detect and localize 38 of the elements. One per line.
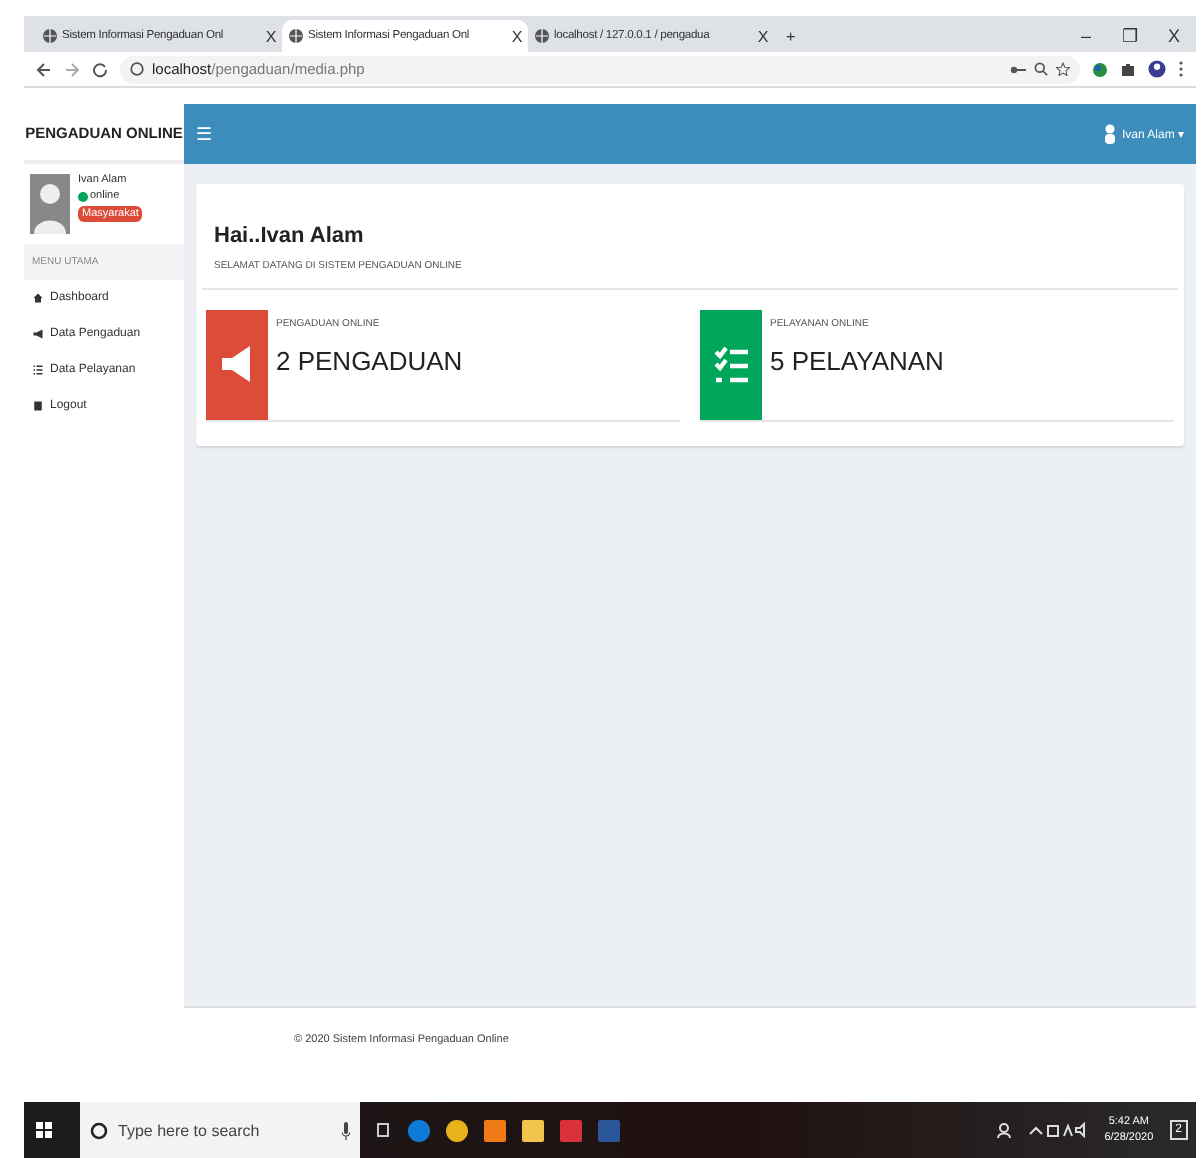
people-icon[interactable] bbox=[996, 1122, 1013, 1138]
microphone-icon bbox=[342, 1121, 350, 1139]
taskbar-app-icon[interactable] bbox=[522, 1119, 544, 1141]
greeting-text: Hai..Ivan Alam bbox=[212, 222, 366, 252]
globe-icon bbox=[42, 28, 58, 44]
stat-value: 2 PENGADUAN bbox=[276, 346, 463, 376]
stat-value: 5 PELAYANAN bbox=[770, 346, 944, 376]
window-control-button[interactable]: – bbox=[1064, 26, 1108, 46]
profile-avatar-icon[interactable] bbox=[1148, 60, 1166, 78]
menu-toggle-button[interactable]: ☰ bbox=[196, 124, 212, 144]
zoom-icon[interactable] bbox=[1034, 62, 1048, 76]
back-icon[interactable] bbox=[36, 61, 52, 77]
key-icon[interactable] bbox=[1010, 63, 1026, 75]
megaphone-icon bbox=[32, 328, 44, 340]
tab-close-button[interactable]: X bbox=[511, 27, 522, 45]
cortana-icon bbox=[90, 1121, 108, 1139]
window-control-button[interactable]: X bbox=[1152, 26, 1196, 46]
user-icon bbox=[1103, 124, 1116, 144]
task-view-icon[interactable] bbox=[376, 1122, 392, 1138]
more-icon[interactable] bbox=[1178, 60, 1184, 78]
taskbar-search-field[interactable]: Type here to search bbox=[80, 1102, 360, 1158]
globe-icon[interactable] bbox=[1092, 61, 1108, 77]
window-control-button[interactable]: ❐ bbox=[1108, 26, 1152, 46]
tab-close-button[interactable]: X bbox=[265, 27, 276, 45]
star-icon[interactable] bbox=[1056, 62, 1070, 76]
new-tab-button[interactable]: + bbox=[786, 28, 796, 46]
taskbar-app-icon[interactable] bbox=[484, 1119, 506, 1141]
status-dot-icon bbox=[78, 191, 88, 201]
home-icon bbox=[32, 292, 44, 304]
tab-close-button[interactable]: X bbox=[757, 27, 768, 45]
book-icon bbox=[32, 400, 44, 412]
user-avatar bbox=[30, 174, 70, 234]
reload-icon[interactable] bbox=[92, 61, 108, 77]
globe-icon bbox=[288, 28, 304, 44]
globe-icon bbox=[534, 28, 550, 44]
list-icon bbox=[32, 364, 44, 376]
info-icon bbox=[130, 62, 144, 76]
taskbar-app-icon[interactable] bbox=[446, 1119, 468, 1141]
